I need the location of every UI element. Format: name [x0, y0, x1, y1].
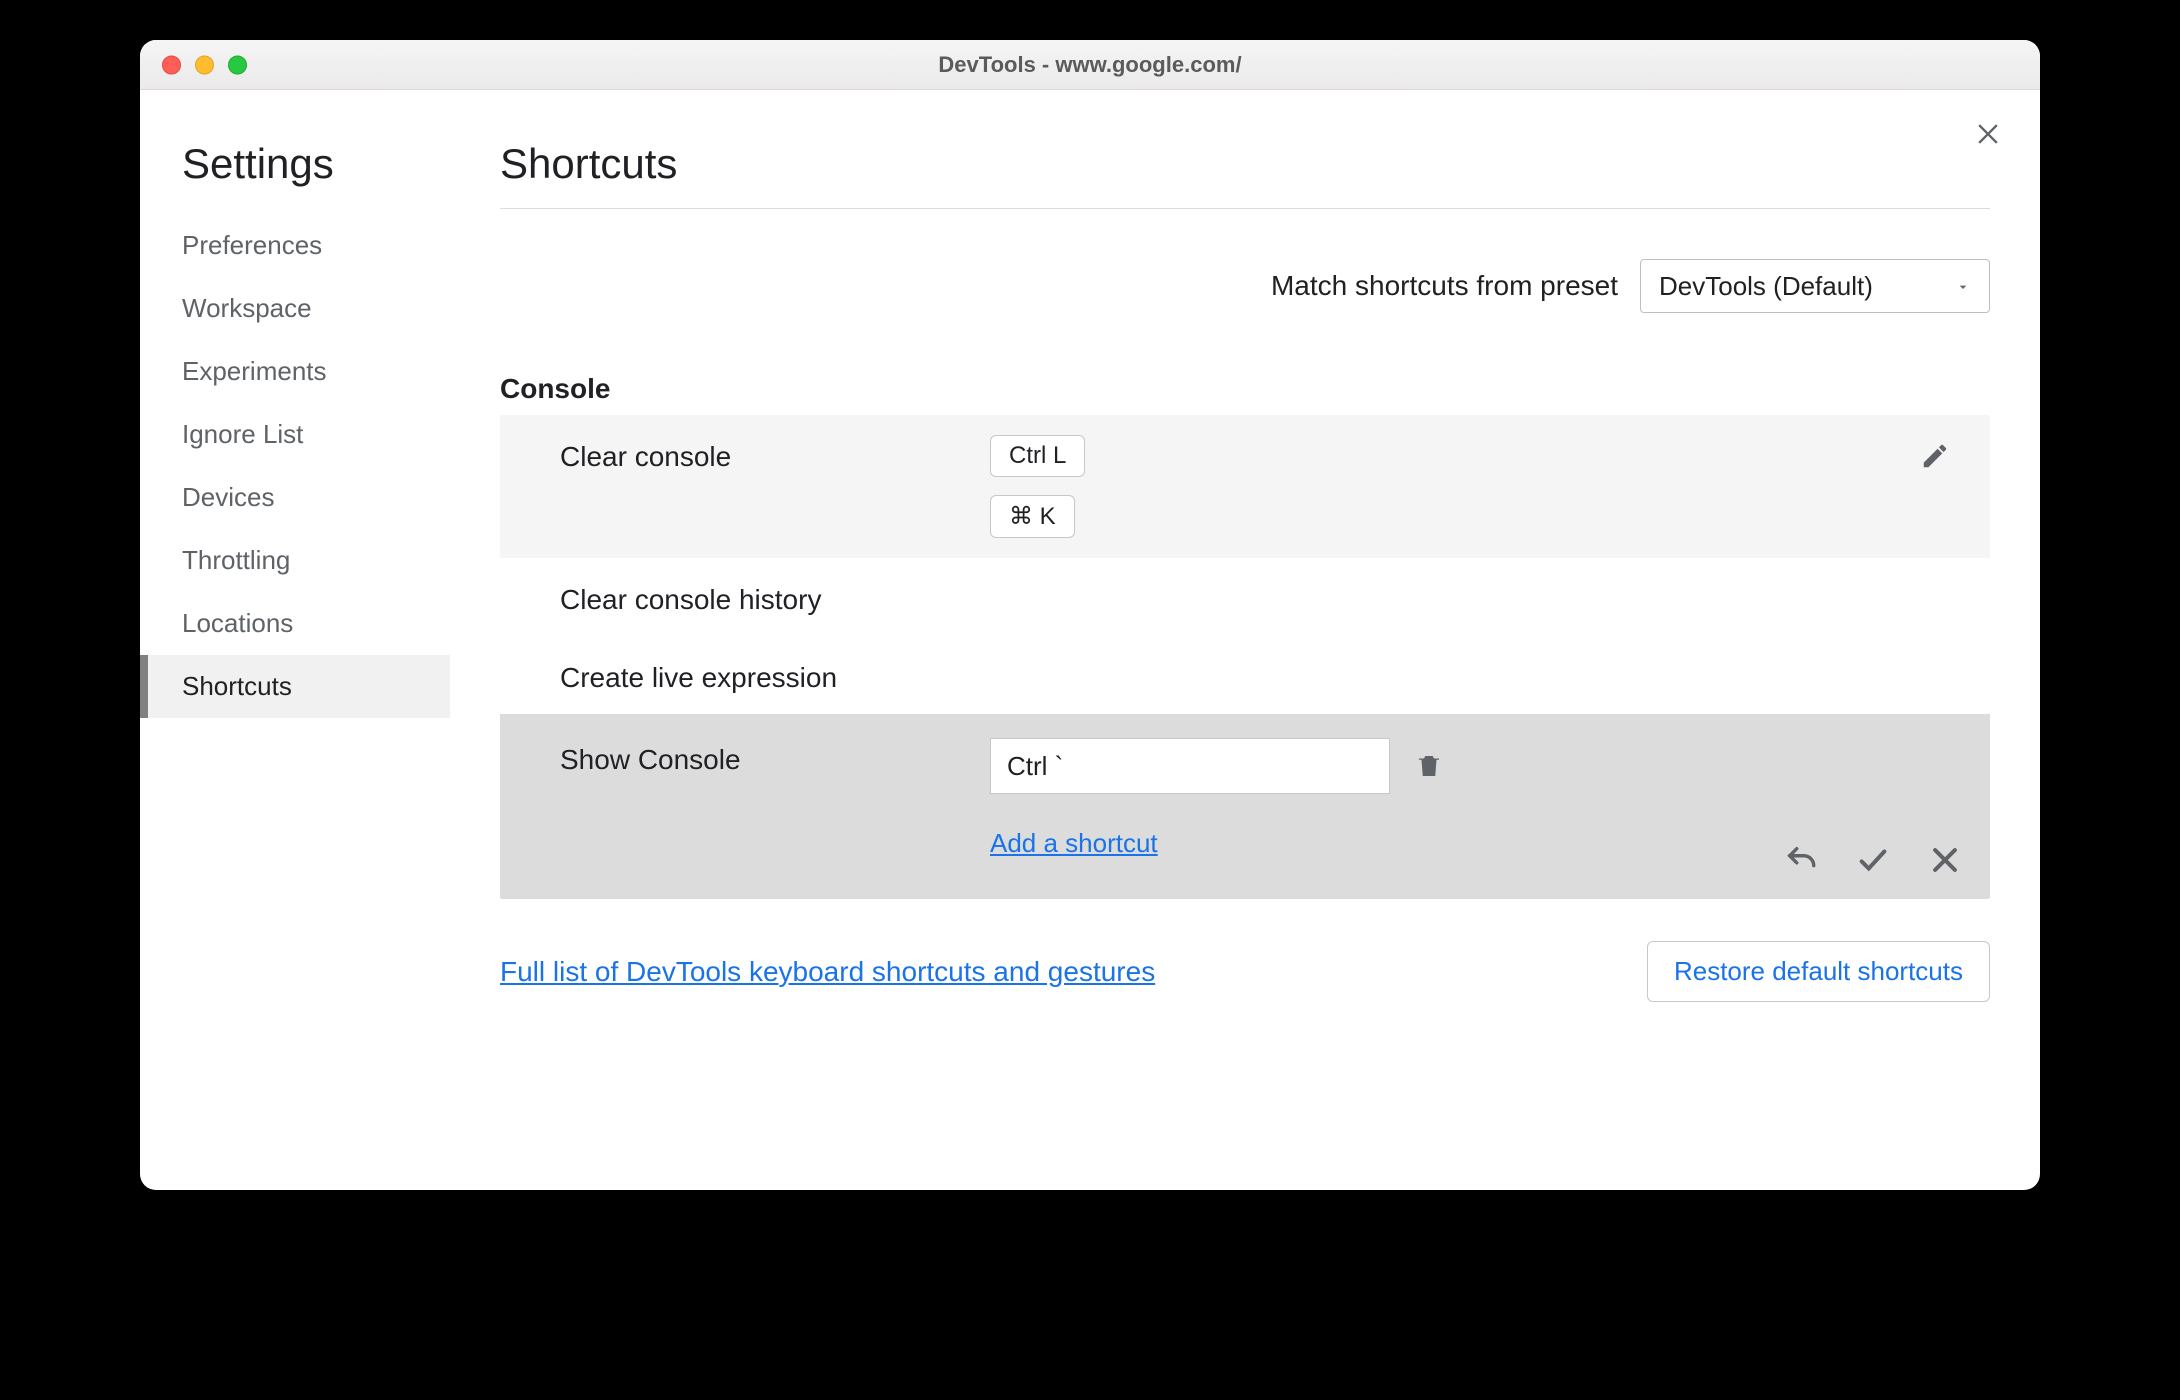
shortcut-row-create-live: Create live expression — [500, 636, 1990, 714]
restore-defaults-button[interactable]: Restore default shortcuts — [1647, 941, 1990, 1002]
sidebar-item-devices[interactable]: Devices — [140, 466, 450, 529]
shortcut-row-clear-console: Clear console Ctrl L ⌘ K — [500, 415, 1990, 558]
chevron-down-icon — [1955, 271, 1971, 302]
window-minimize-button[interactable] — [195, 55, 214, 74]
shortcut-row-clear-history: Clear console history — [500, 558, 1990, 636]
window-zoom-button[interactable] — [228, 55, 247, 74]
window-close-button[interactable] — [162, 55, 181, 74]
checkmark-icon[interactable] — [1856, 843, 1890, 877]
footer-row: Full list of DevTools keyboard shortcuts… — [500, 941, 1990, 1002]
close-icon[interactable] — [1974, 120, 2002, 148]
sidebar-item-throttling[interactable]: Throttling — [140, 529, 450, 592]
edit-controls — [1784, 843, 1962, 877]
sidebar-item-locations[interactable]: Locations — [140, 592, 450, 655]
preset-label: Match shortcuts from preset — [1271, 270, 1618, 302]
sidebar-item-workspace[interactable]: Workspace — [140, 277, 450, 340]
sidebar-item-ignore-list[interactable]: Ignore List — [140, 403, 450, 466]
undo-icon[interactable] — [1784, 843, 1818, 877]
shortcut-label: Clear console — [560, 435, 990, 473]
cancel-icon[interactable] — [1928, 843, 1962, 877]
shortcut-list: Clear console Ctrl L ⌘ K Clear console h… — [500, 415, 1990, 899]
main-panel: Shortcuts Match shortcuts from preset De… — [450, 90, 2040, 1190]
page-title: Shortcuts — [500, 140, 1990, 209]
preset-select-value: DevTools (Default) — [1659, 271, 1873, 302]
sidebar: Settings Preferences Workspace Experimen… — [140, 90, 450, 1190]
shortcut-label: Show Console — [560, 738, 990, 776]
sidebar-title: Settings — [140, 140, 450, 214]
key-chip: Ctrl L — [990, 435, 1085, 477]
sidebar-item-shortcuts[interactable]: Shortcuts — [140, 655, 450, 718]
preset-row: Match shortcuts from preset DevTools (De… — [500, 259, 1990, 313]
doc-link[interactable]: Full list of DevTools keyboard shortcuts… — [500, 956, 1155, 988]
add-shortcut-link[interactable]: Add a shortcut — [990, 828, 1444, 859]
key-chip: ⌘ K — [990, 495, 1075, 538]
shortcut-label: Clear console history — [560, 578, 990, 616]
shortcut-row-show-console: Show Console Add a shortcut — [500, 714, 1990, 899]
app-window: DevTools - www.google.com/ Settings Pref… — [140, 40, 2040, 1190]
preset-select[interactable]: DevTools (Default) — [1640, 259, 1990, 313]
section-heading-console: Console — [500, 373, 1990, 405]
window-title: DevTools - www.google.com/ — [140, 52, 2040, 78]
pencil-icon[interactable] — [1920, 441, 1950, 471]
sidebar-item-preferences[interactable]: Preferences — [140, 214, 450, 277]
titlebar: DevTools - www.google.com/ — [140, 40, 2040, 90]
traffic-lights — [162, 55, 247, 74]
shortcut-input[interactable] — [990, 738, 1390, 794]
sidebar-item-experiments[interactable]: Experiments — [140, 340, 450, 403]
trash-icon[interactable] — [1414, 751, 1444, 781]
shortcut-label: Create live expression — [560, 656, 990, 694]
sidebar-nav: Preferences Workspace Experiments Ignore… — [140, 214, 450, 718]
